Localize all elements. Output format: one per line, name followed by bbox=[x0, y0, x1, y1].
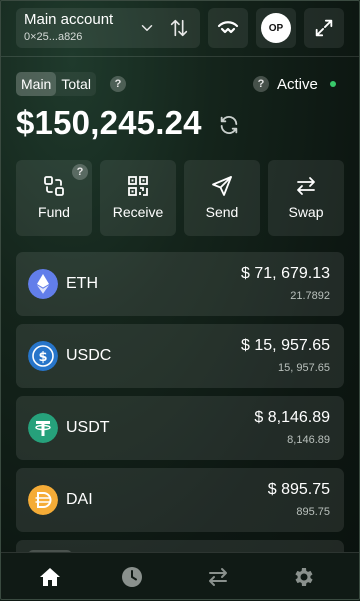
token-amount: 895.75 bbox=[296, 506, 330, 518]
status-indicator bbox=[330, 81, 336, 87]
token-value: $ 71, 679.13 bbox=[241, 265, 330, 282]
svg-text:$: $ bbox=[38, 350, 47, 365]
usdt-icon bbox=[28, 413, 58, 443]
token-amount: 8,146.89 bbox=[287, 434, 330, 446]
expand-icon bbox=[315, 19, 333, 37]
token-value: $ 895.75 bbox=[267, 481, 330, 498]
status-help-icon[interactable]: ? bbox=[253, 76, 269, 92]
total-balance: $150,245.24 bbox=[16, 104, 202, 141]
swap-label: Swap bbox=[288, 204, 324, 220]
optimism-network-icon: OP bbox=[261, 13, 291, 43]
account-selector[interactable]: Main account 0×25...a826 bbox=[16, 8, 200, 48]
token-row-usdc[interactable]: $ USDC $ 15, 957.65 15, 957.65 bbox=[16, 324, 344, 388]
swap-arrows-icon[interactable] bbox=[206, 565, 230, 589]
send-icon bbox=[212, 176, 232, 196]
swap-vertical-icon[interactable] bbox=[168, 17, 190, 39]
token-symbol: DAI bbox=[66, 491, 93, 508]
balance-scope-toggle: Main Total bbox=[16, 72, 96, 96]
qr-code-icon bbox=[128, 176, 148, 196]
bottom-nav bbox=[0, 552, 360, 601]
send-label: Send bbox=[205, 204, 239, 220]
usdc-icon: $ bbox=[28, 341, 58, 371]
swap-button[interactable]: Swap bbox=[268, 160, 344, 236]
token-symbol: USDT bbox=[66, 419, 110, 436]
fund-button[interactable]: Fund ? bbox=[16, 160, 92, 236]
home-icon[interactable] bbox=[38, 565, 62, 589]
balance-help-icon[interactable]: ? bbox=[110, 76, 126, 92]
account-name: Main account bbox=[24, 11, 114, 28]
receive-label: Receive bbox=[112, 204, 164, 220]
token-symbol: USDC bbox=[66, 347, 112, 364]
chevron-down-icon[interactable] bbox=[138, 19, 156, 37]
fund-icon bbox=[44, 176, 64, 196]
fund-help-icon[interactable]: ? bbox=[72, 164, 88, 180]
token-symbol: ETH bbox=[66, 275, 98, 292]
account-address: 0×25...a826 bbox=[24, 31, 83, 43]
tab-total[interactable]: Total bbox=[56, 72, 96, 96]
receive-button[interactable]: Receive bbox=[100, 160, 176, 236]
expand-button[interactable] bbox=[304, 8, 344, 48]
token-value: $ 15, 957.65 bbox=[241, 337, 330, 354]
token-row-usdt[interactable]: USDT $ 8,146.89 8,146.89 bbox=[16, 396, 344, 460]
network-button[interactable]: OP bbox=[256, 8, 296, 48]
token-row-eth[interactable]: ETH $ 71, 679.13 21.7892 bbox=[16, 252, 344, 316]
swap-arrows-icon bbox=[297, 177, 315, 195]
gear-icon[interactable] bbox=[292, 565, 316, 589]
fund-label: Fund bbox=[38, 204, 70, 220]
dai-icon bbox=[28, 485, 58, 515]
wallet-connect-icon bbox=[217, 21, 239, 34]
wallet-connect-button[interactable] bbox=[208, 8, 248, 48]
token-amount: 21.7892 bbox=[290, 290, 330, 302]
send-button[interactable]: Send bbox=[184, 160, 260, 236]
refresh-icon[interactable] bbox=[218, 114, 240, 136]
clock-icon[interactable] bbox=[120, 565, 144, 589]
token-value: $ 8,146.89 bbox=[254, 409, 330, 426]
status-label: Active bbox=[277, 76, 318, 93]
token-amount: 15, 957.65 bbox=[278, 362, 330, 374]
eth-icon bbox=[28, 269, 58, 299]
top-bar: Main account 0×25...a826 OP bbox=[0, 0, 360, 57]
token-row-dai[interactable]: DAI $ 895.75 895.75 bbox=[16, 468, 344, 532]
tab-main[interactable]: Main bbox=[16, 72, 57, 96]
